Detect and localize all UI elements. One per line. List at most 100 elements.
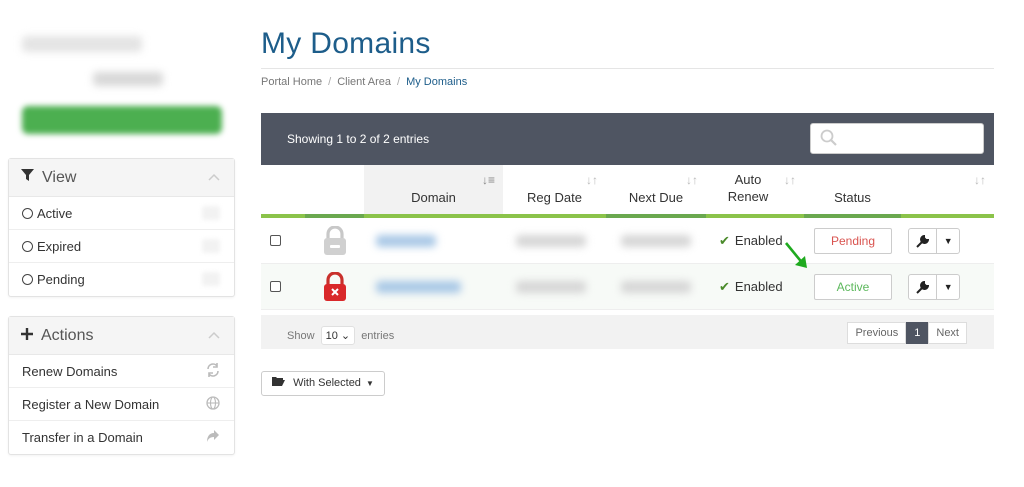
radio-icon[interactable] <box>22 274 33 285</box>
table-header-bar: Showing 1 to 2 of 2 entries <box>261 113 994 165</box>
pager-previous[interactable]: Previous <box>847 322 907 344</box>
table-info: Showing 1 to 2 of 2 entries <box>287 132 430 146</box>
row-actions-button[interactable]: ▼ <box>908 274 960 300</box>
title-divider <box>261 68 994 69</box>
view-filter-active[interactable]: Active <box>9 197 234 230</box>
column-status[interactable]: Status <box>804 165 901 214</box>
sort-icon: ↓↑ <box>586 173 598 187</box>
length-label: entries <box>361 330 395 342</box>
breadcrumb-portal-home[interactable]: Portal Home <box>261 76 322 88</box>
view-filter-expired[interactable]: Expired <box>9 230 234 263</box>
refresh-icon <box>206 363 220 380</box>
next-due-blurred <box>621 281 691 293</box>
sidebar: View Active Expired Pending Actions Rene… <box>8 14 235 455</box>
row-actions-button[interactable]: ▼ <box>908 228 960 254</box>
filter-icon <box>21 169 34 186</box>
with-selected-label: With Selected <box>293 377 361 389</box>
client-profile-blurred <box>8 14 235 144</box>
domain-name-blurred[interactable] <box>376 281 461 293</box>
radio-icon[interactable] <box>22 207 33 219</box>
caret-down-icon[interactable]: ▼ <box>937 229 959 253</box>
pager-page-current[interactable]: 1 <box>906 322 929 344</box>
radio-icon[interactable] <box>22 240 33 252</box>
count-badge-blurred <box>202 272 220 286</box>
check-icon: ✔ <box>719 233 730 248</box>
breadcrumb-current: My Domains <box>406 76 468 88</box>
check-icon: ✔ <box>719 279 730 294</box>
with-selected-button[interactable]: With Selected ▼ <box>261 371 385 396</box>
auto-renew-status: ✔ Enabled <box>719 279 783 295</box>
chevron-down-icon: ⌄ <box>340 330 351 342</box>
domain-name-blurred[interactable] <box>376 235 436 247</box>
view-panel-header[interactable]: View <box>9 159 234 197</box>
sort-icon: ↓↑ <box>784 173 796 187</box>
count-badge-blurred <box>202 206 220 220</box>
pagination: Previous 1 Next <box>847 322 967 344</box>
action-label: Transfer in a Domain <box>22 430 143 445</box>
wrench-icon[interactable] <box>909 275 938 299</box>
column-checkbox <box>261 165 305 214</box>
column-auto-renew[interactable]: ↓↑ Auto Renew <box>706 165 804 214</box>
client-detail-blurred <box>93 72 163 86</box>
auto-renew-label: Enabled <box>734 279 783 294</box>
lock-red-icon <box>322 271 348 305</box>
pager-next[interactable]: Next <box>928 322 967 344</box>
action-label: Register a New Domain <box>22 396 160 412</box>
column-domain[interactable]: ↓≡ Domain <box>364 165 503 214</box>
table-row[interactable]: ✔ Enabled Active ▼ <box>261 264 994 310</box>
action-label: Renew Domains <box>22 363 118 379</box>
chevron-up-icon[interactable] <box>208 328 220 342</box>
view-filter-label: Expired <box>37 238 82 254</box>
action-transfer-domain[interactable]: Transfer in a Domain <box>9 421 234 454</box>
folder-open-icon <box>272 377 288 389</box>
view-filter-label: Active <box>37 205 73 221</box>
length-value: 10 <box>325 330 338 342</box>
breadcrumb-separator: / <box>328 76 332 88</box>
view-filter-label: Pending <box>37 272 85 287</box>
sort-icon: ↓↑ <box>974 173 986 187</box>
breadcrumb: Portal Home / Client Area / My Domains <box>261 76 467 88</box>
breadcrumb-separator: / <box>397 76 401 88</box>
auto-renew-label: Enabled <box>734 233 783 248</box>
annotation-arrow-icon <box>783 240 811 275</box>
column-next-due[interactable]: ↓↑ Next Due <box>606 165 706 214</box>
page-title: My Domains <box>261 27 431 60</box>
column-reg-date[interactable]: ↓↑ Reg Date <box>503 165 606 214</box>
length-label: Show <box>287 330 315 342</box>
lock-open-icon <box>322 225 348 259</box>
action-register-domain[interactable]: Register a New Domain <box>9 388 234 421</box>
column-label: Auto Renew <box>727 172 769 204</box>
status-badge: Active <box>814 274 892 300</box>
view-panel: View Active Expired Pending <box>8 158 235 297</box>
column-label: Next Due <box>628 190 684 205</box>
column-actions: ↓↑ <box>901 165 994 214</box>
row-checkbox[interactable] <box>270 235 281 246</box>
sort-active-icon: ↓≡ <box>481 173 495 187</box>
globe-icon <box>206 396 220 413</box>
column-lock <box>305 165 364 214</box>
column-label: Domain <box>411 190 456 205</box>
table-search-input[interactable] <box>810 123 984 154</box>
count-badge-blurred <box>202 239 220 253</box>
wrench-icon[interactable] <box>909 229 938 253</box>
breadcrumb-client-area[interactable]: Client Area <box>337 76 391 88</box>
actions-panel: Actions Renew Domains Register a New Dom… <box>8 316 235 455</box>
column-label: Status <box>834 190 871 205</box>
table-row[interactable]: ✔ Enabled Pending ▼ <box>261 218 994 264</box>
reg-date-blurred <box>516 281 586 293</box>
page-length-control: Show 10 ⌄ entries <box>287 326 394 345</box>
status-badge: Pending <box>814 228 892 254</box>
chevron-up-icon[interactable] <box>208 170 220 184</box>
caret-down-icon[interactable]: ▼ <box>937 275 959 299</box>
sort-icon: ↓↑ <box>686 173 698 187</box>
profile-action-button-blurred[interactable] <box>22 106 222 134</box>
client-name-blurred <box>22 36 142 52</box>
row-checkbox[interactable] <box>270 281 281 292</box>
actions-panel-header[interactable]: Actions <box>9 317 234 355</box>
action-renew-domains[interactable]: Renew Domains <box>9 355 234 388</box>
caret-down-icon: ▼ <box>366 379 374 388</box>
page-length-select[interactable]: 10 ⌄ <box>320 326 356 345</box>
next-due-blurred <box>621 235 691 247</box>
table-footer: Show 10 ⌄ entries Previous 1 Next <box>261 315 994 349</box>
view-filter-pending[interactable]: Pending <box>9 263 234 296</box>
